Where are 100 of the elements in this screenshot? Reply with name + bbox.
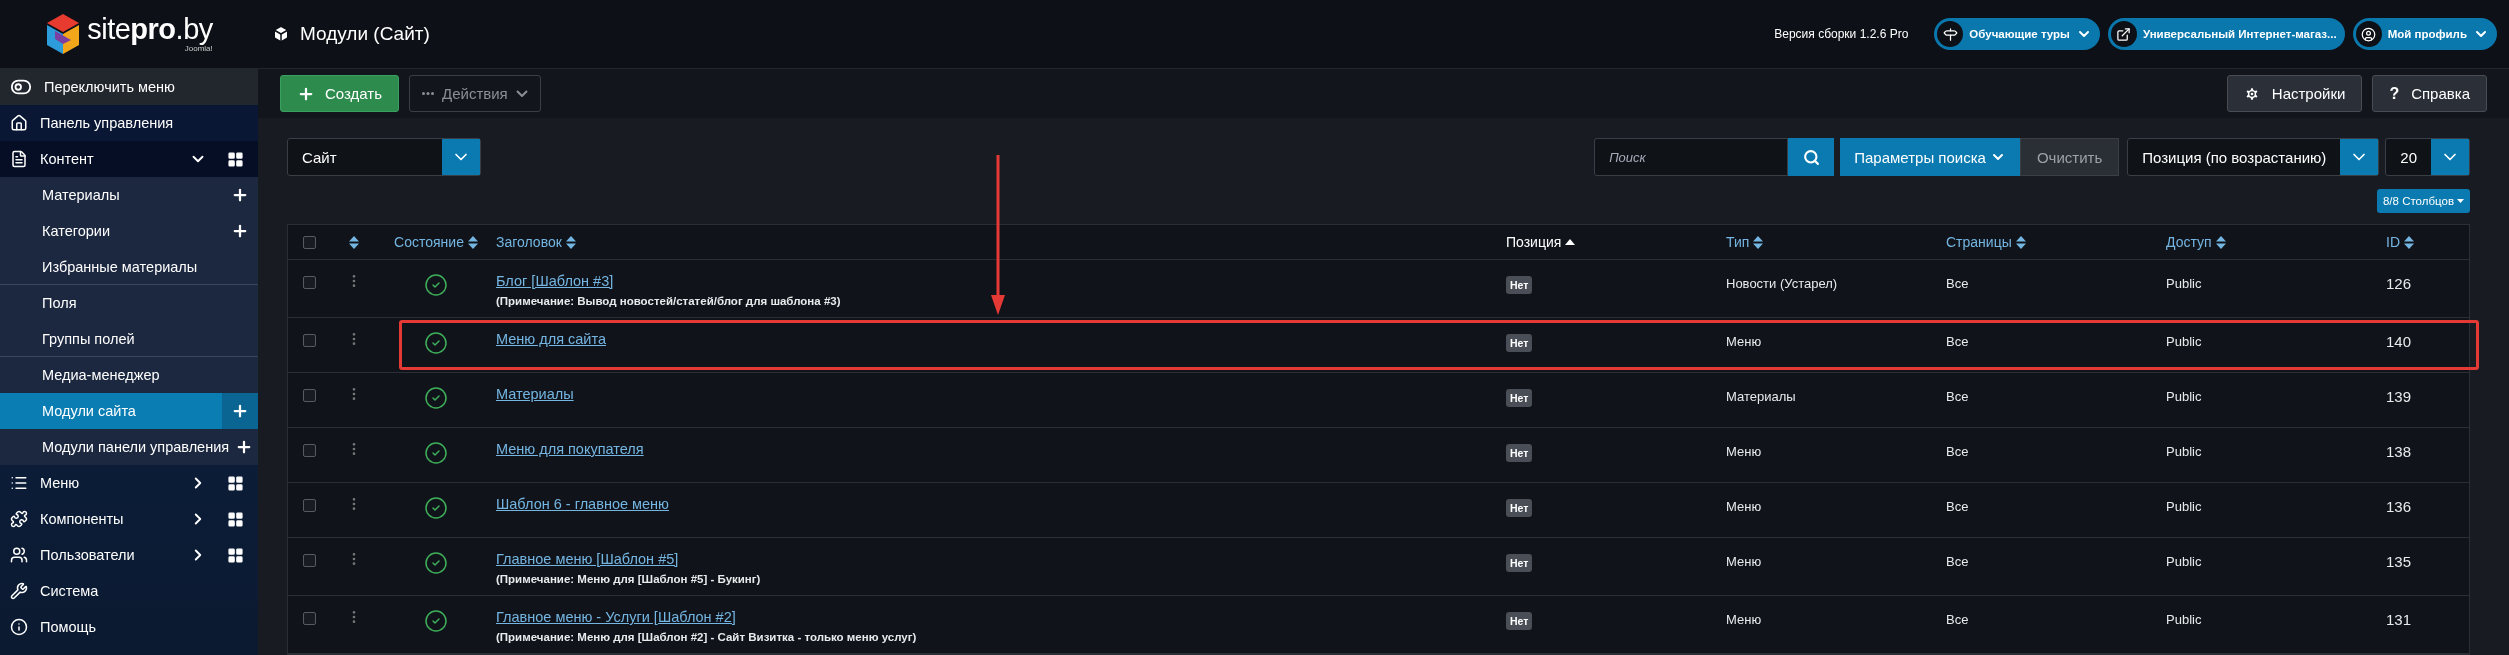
document-icon [10, 150, 28, 168]
version-text: Версия сборки 1.2.6 Pro [1774, 27, 1909, 41]
module-title-link[interactable]: Материалы [496, 386, 1506, 402]
table-cell-text: Public [2166, 611, 2203, 627]
checkbox[interactable] [303, 554, 316, 567]
table-cell-text: Все [1946, 553, 1970, 569]
column-header[interactable]: Состояние [394, 234, 478, 250]
signpost-icon [1942, 26, 1958, 42]
published-icon[interactable] [424, 441, 448, 465]
table-cell-text: Все [1946, 388, 1970, 404]
table-cell-text: Меню [1726, 443, 1763, 459]
page-title: Модули (Сайт) [300, 23, 430, 45]
column-header[interactable]: Доступ [2166, 234, 2226, 250]
user-icon [2361, 26, 2377, 42]
table-cell-text: Public [2166, 333, 2203, 349]
sidebar-item[interactable]: Меню [40, 475, 177, 491]
table-cell-text: Все [1946, 275, 1970, 291]
site-select[interactable]: Сайт [287, 138, 481, 176]
search-button[interactable] [1788, 138, 1835, 176]
module-title-link[interactable]: Меню для покупателя [496, 441, 1506, 457]
column-header[interactable]: Позиция [1506, 234, 1576, 250]
clear-button[interactable]: Очистить [2019, 138, 2120, 176]
module-note: (Примечание: Меню для [Шаблон #2] - Сайт Визитка - только меню услуг) [496, 631, 918, 643]
search-icon [1802, 148, 1820, 166]
dashboard-icon[interactable] [227, 150, 244, 168]
dashboard-icon[interactable] [227, 474, 244, 492]
wrench-icon [10, 582, 28, 600]
table-cell-text: Меню [1726, 498, 1763, 514]
header-button[interactable]: Универсальный Интернет-магаз... [2107, 18, 2345, 50]
table-cell-text: Public [2166, 443, 2203, 459]
checkbox[interactable] [303, 334, 316, 347]
columns-button[interactable]: 8/8 Столбцов [2376, 189, 2470, 213]
chevron-down-icon [515, 90, 528, 97]
create-button[interactable]: Создать [280, 75, 399, 112]
sidebar-subitem[interactable]: Модули сайта [42, 403, 222, 419]
list-icon [10, 474, 28, 492]
column-header[interactable]: Заголовок [496, 234, 576, 250]
logo-text: sitepro.by [87, 15, 213, 44]
table-cell-text: Все [1946, 333, 1970, 349]
sidebar-item[interactable]: Компоненты [40, 511, 177, 527]
add-button[interactable] [222, 393, 258, 429]
table-cell-text: 126 [2386, 274, 2413, 292]
module-title-link[interactable]: Главное меню [Шаблон #5] [496, 551, 1506, 567]
position-badge: Нет [1506, 554, 1533, 572]
ordering-select[interactable]: Позиция (по возрастанию) [2127, 138, 2380, 176]
home-icon [10, 114, 28, 132]
options-button[interactable]: Настройки [2226, 75, 2363, 112]
table-cell-text: 140 [2386, 332, 2413, 350]
dashboard-icon[interactable] [227, 510, 244, 528]
header-button[interactable]: Мой профиль [2352, 18, 2497, 50]
plus-icon [231, 186, 249, 204]
puzzle-icon [10, 510, 28, 528]
checkbox[interactable] [303, 444, 316, 457]
users-icon [10, 546, 28, 564]
checkbox[interactable] [303, 499, 316, 512]
published-icon[interactable] [424, 551, 448, 575]
sidebar-item[interactable]: Панель управления [40, 115, 244, 131]
search-field[interactable]: Поиск [1594, 138, 1789, 176]
position-badge: Нет [1506, 499, 1533, 517]
module-title-link[interactable]: Меню для сайта [496, 331, 1506, 347]
published-icon[interactable] [424, 331, 448, 355]
checkbox[interactable] [303, 389, 316, 402]
plus-icon [231, 222, 249, 240]
checkbox[interactable] [303, 276, 316, 289]
published-icon[interactable] [424, 386, 448, 410]
position-badge: Нет [1506, 444, 1533, 462]
limit-select[interactable]: 20 [2385, 138, 2470, 176]
module-title-link[interactable]: Шаблон 6 - главное меню [496, 496, 1506, 512]
caret-icon [2457, 199, 2464, 203]
dropdown-button[interactable] [2340, 139, 2379, 175]
checkbox[interactable] [303, 612, 316, 625]
column-header[interactable]: ID [2386, 234, 2414, 250]
published-icon[interactable] [424, 496, 448, 520]
published-icon[interactable] [424, 273, 448, 297]
checkbox[interactable] [303, 235, 316, 249]
table-cell-text: Меню [1726, 611, 1763, 627]
dashboard-icon[interactable] [227, 546, 244, 564]
logo-icon [45, 14, 82, 54]
table-cell-text: Меню [1726, 553, 1763, 569]
help-button[interactable]: ? Справка [2372, 75, 2487, 112]
gear-icon [2243, 85, 2260, 102]
search-options-button[interactable]: Параметры поиска [1840, 138, 2020, 176]
sidebar-item[interactable]: Пользователи [40, 547, 177, 563]
published-icon[interactable] [424, 609, 448, 633]
table-cell-text: Все [1946, 443, 1970, 459]
module-note: (Примечание: Вывод новостей/статей/блог для шаблона #3) [496, 295, 842, 307]
module-title-link[interactable]: Блог [Шаблон #3] [496, 273, 1506, 289]
sort-button[interactable] [348, 235, 359, 249]
column-header[interactable]: Страницы [1946, 234, 2026, 250]
logo-subtitle: Joomla! [184, 44, 213, 53]
sidebar-item[interactable]: Помощь [40, 619, 244, 635]
header-button[interactable]: Обучающие туры [1934, 18, 2100, 50]
table-cell-text: Public [2166, 275, 2203, 291]
sidebar-item[interactable]: Система [40, 583, 244, 599]
table-cell-text: Материалы [1726, 388, 1797, 404]
module-title-link[interactable]: Главное меню - Услуги [Шаблон #2] [496, 609, 1506, 625]
cube-icon [272, 25, 290, 43]
table-cell-text: 139 [2386, 387, 2413, 405]
table-cell-text: Public [2166, 498, 2203, 514]
column-header[interactable]: Тип [1726, 234, 1764, 250]
